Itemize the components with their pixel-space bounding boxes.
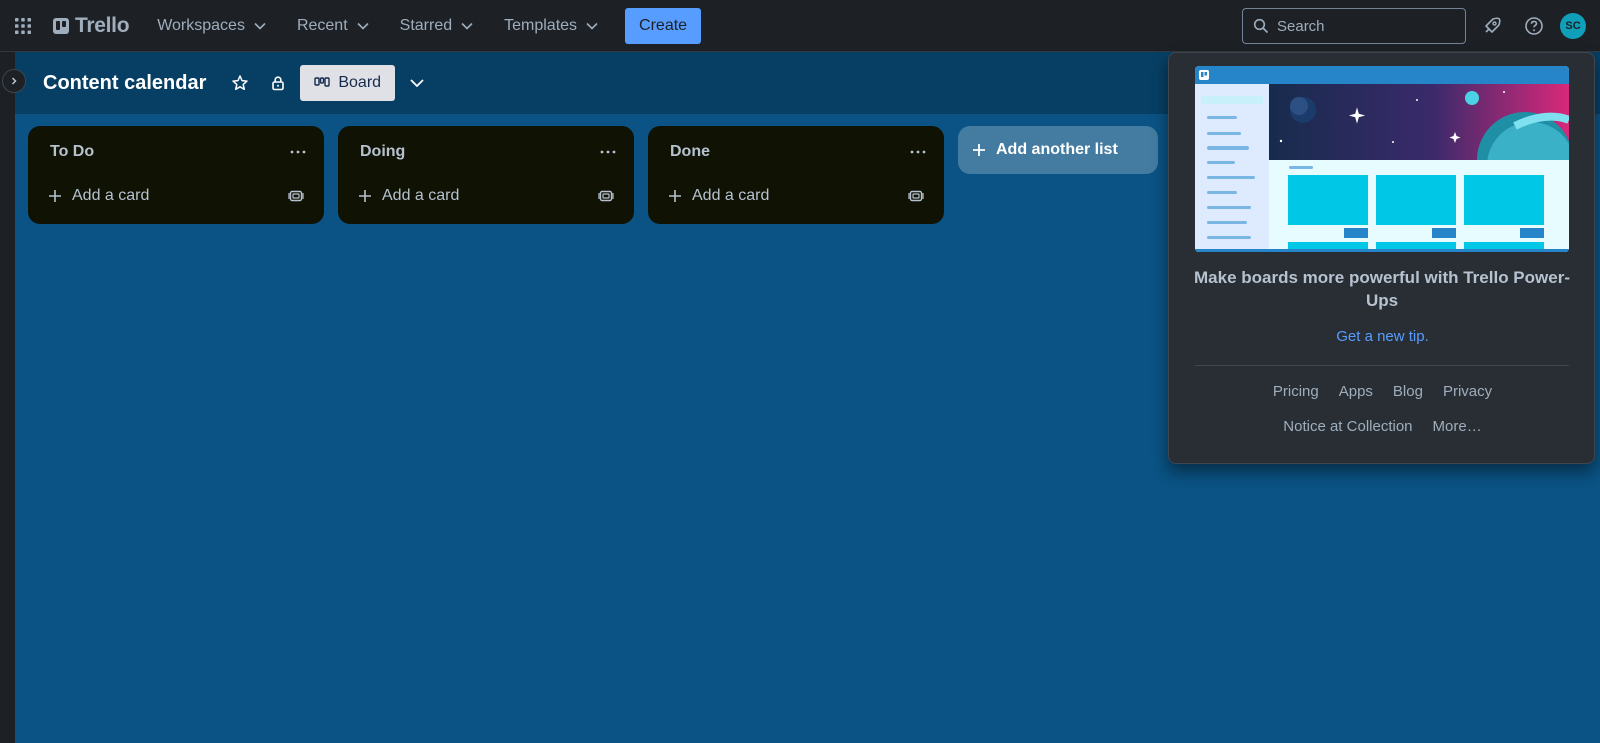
star-icon [232,75,249,91]
plus-icon [669,190,681,202]
board-icon [314,77,331,87]
link-privacy[interactable]: Privacy [1443,383,1492,400]
list-actions-button[interactable] [902,136,934,168]
rocket-icon [1485,17,1501,33]
add-card-button[interactable]: Add a card [354,180,463,212]
nav-starred[interactable]: Starred [388,10,486,42]
lock-icon [272,76,285,91]
list-footer: Add a card [28,178,324,214]
nav-label: Recent [296,16,348,34]
notifications-button[interactable] [1476,10,1508,42]
expand-sidebar-button[interactable] [2,69,26,93]
add-card-button[interactable]: Add a card [664,180,773,212]
link-notice-at-collection[interactable]: Notice at Collection [1283,418,1412,435]
tip-popover: Make boards more powerful with Trello Po… [1168,52,1595,464]
create-button[interactable]: Create [625,7,702,44]
user-avatar[interactable]: SC [1560,13,1586,39]
list-actions-button[interactable] [282,136,314,168]
trello-logo-icon [53,17,69,34]
chevron-down-icon [254,22,266,30]
nav-label: Workspaces [157,16,245,34]
link-apps[interactable]: Apps [1339,383,1373,400]
plus-icon [49,190,61,202]
grid-icon [15,17,31,34]
lists-container: To Do Add a card Doing Add a card Done A… [28,126,1158,224]
list-footer: Add a card [648,178,944,214]
tip-title: Make boards more powerful with Trello Po… [1194,268,1570,310]
illustration-image [1195,66,1569,252]
create-from-template-button[interactable] [904,184,928,208]
nav-label: Templates [504,16,578,34]
power-ups-illustration [1195,66,1569,252]
get-new-tip-link[interactable]: Get a new tip. [1169,328,1596,345]
chevron-down-icon [461,22,473,30]
add-card-label: Add a card [72,187,150,204]
more-icon [600,150,616,154]
logo-text: Trello [75,13,130,37]
nav-label: Starred [399,16,453,34]
list-title[interactable]: To Do [50,143,94,161]
list-header: Doing [338,134,634,170]
template-icon [598,190,614,202]
list-title[interactable]: Done [670,143,710,161]
board-view-button[interactable]: Board [300,65,396,101]
list-to-do: To Do Add a card [28,126,324,224]
list-actions-button[interactable] [592,136,624,168]
link-blog[interactable]: Blog [1393,383,1423,400]
create-from-template-button[interactable] [594,184,618,208]
visibility-button[interactable] [262,67,294,99]
nav-workspaces[interactable]: Workspaces [145,10,279,42]
list-header: To Do [28,134,324,170]
chevron-down-icon [357,22,369,30]
list-header: Done [648,134,944,170]
trello-logo[interactable]: Trello [49,10,133,42]
divider [1195,365,1569,366]
more-icon [910,150,926,154]
template-icon [288,190,304,202]
chevron-down-icon [410,79,424,88]
plus-icon [359,190,371,202]
plus-icon [973,144,985,156]
collapsed-sidebar [0,52,15,743]
nav-templates[interactable]: Templates [492,10,611,42]
help-button[interactable] [1518,10,1550,42]
link-pricing[interactable]: Pricing [1273,383,1319,400]
list-footer: Add a card [338,178,634,214]
link-more[interactable]: More… [1433,418,1482,435]
add-card-label: Add a card [692,187,770,204]
primary-nav: Workspaces Recent Starred Templates [145,10,611,42]
topbar-right-group: SC [1242,8,1586,44]
chevron-down-icon [586,22,598,30]
view-label: Board [338,74,382,91]
list-doing: Doing Add a card [338,126,634,224]
more-icon [290,150,306,154]
star-board-button[interactable] [224,67,256,99]
board-title[interactable]: Content calendar [43,72,206,95]
chevron-right-icon [11,77,17,85]
add-list-button[interactable]: Add another list [958,126,1158,174]
top-navigation-bar: Trello Workspaces Recent Starred Templat… [0,0,1600,52]
footer-links: Pricing Apps Blog Privacy Notice at Coll… [1169,383,1596,435]
create-from-template-button[interactable] [284,184,308,208]
add-card-button[interactable]: Add a card [44,180,153,212]
search-box[interactable] [1242,8,1466,44]
app-switcher-button[interactable] [7,10,39,42]
search-input[interactable] [1277,17,1447,35]
nav-recent[interactable]: Recent [285,10,382,42]
list-title[interactable]: Doing [360,143,405,161]
add-card-label: Add a card [382,187,460,204]
help-icon [1525,17,1543,35]
search-icon [1253,18,1269,34]
list-done: Done Add a card [648,126,944,224]
template-icon [908,190,924,202]
add-list-label: Add another list [996,141,1118,158]
view-switcher-button[interactable] [401,67,433,99]
